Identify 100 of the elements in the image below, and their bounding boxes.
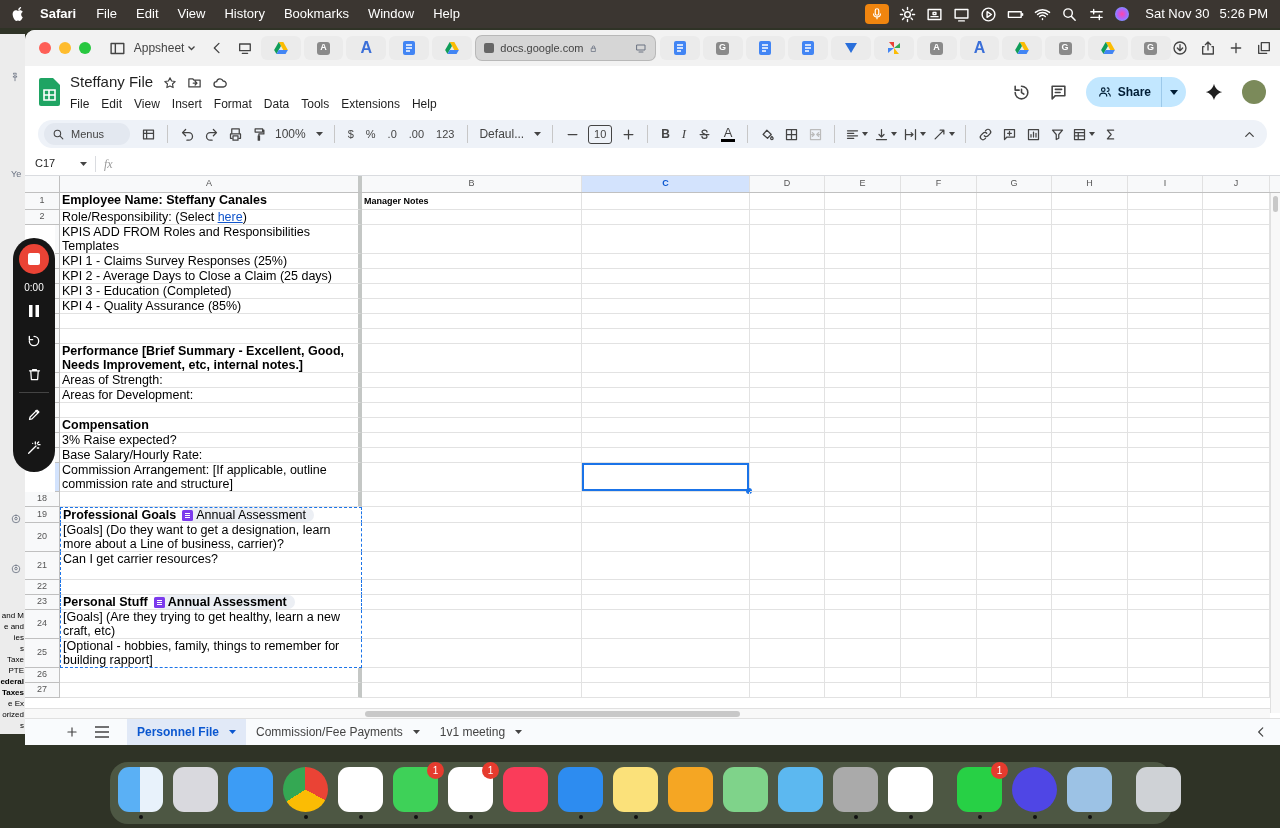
italic-button[interactable]: I bbox=[681, 124, 687, 144]
browser-tab[interactable] bbox=[788, 36, 829, 60]
browser-tab[interactable] bbox=[1087, 36, 1128, 60]
browser-tab[interactable] bbox=[659, 36, 700, 60]
row-header[interactable] bbox=[55, 269, 60, 284]
share-button[interactable]: Share bbox=[1085, 77, 1186, 107]
close-tab-icon[interactable] bbox=[484, 43, 495, 53]
tab-overview-icon[interactable] bbox=[237, 40, 254, 56]
link-icon[interactable] bbox=[977, 126, 993, 142]
browser-tab[interactable]: A bbox=[959, 36, 1000, 60]
browser-tab[interactable]: docs.google.com bbox=[476, 36, 656, 60]
column-header[interactable]: D bbox=[750, 176, 825, 192]
print-icon[interactable] bbox=[227, 126, 243, 142]
row-header[interactable]: 25 bbox=[25, 639, 60, 668]
avatar[interactable] bbox=[1242, 80, 1266, 104]
table-cell[interactable]: Employee Name: Steffany Canales bbox=[60, 193, 362, 210]
table-cell[interactable]: Commission Arrangement: [If applicable, outline commission rate and structure] bbox=[60, 463, 362, 492]
row-header[interactable]: 20 bbox=[25, 523, 60, 552]
magic-wand-icon[interactable] bbox=[26, 440, 42, 456]
row-header[interactable] bbox=[55, 284, 60, 299]
column-header[interactable]: H bbox=[1052, 176, 1128, 192]
table-cell[interactable]: [Optional - hobbies, family, things to remember for building rapport] bbox=[60, 639, 362, 668]
row-header[interactable]: 21 bbox=[25, 552, 60, 580]
menu-item[interactable]: Bookmarks bbox=[283, 4, 349, 24]
number-format-button[interactable]: .0 bbox=[387, 125, 397, 143]
download-icon[interactable] bbox=[1172, 40, 1188, 56]
column-header[interactable]: F bbox=[901, 176, 977, 192]
table-cell[interactable] bbox=[60, 329, 362, 344]
row-header[interactable] bbox=[55, 329, 60, 344]
browser-tab[interactable] bbox=[873, 36, 914, 60]
align-bottom-menu[interactable] bbox=[874, 126, 898, 142]
restart-icon[interactable] bbox=[26, 333, 42, 349]
menu-item[interactable]: Help bbox=[433, 4, 460, 24]
number-format-button[interactable]: .00 bbox=[408, 125, 425, 143]
menu-bar-time[interactable]: 5:26 PM bbox=[1219, 4, 1268, 24]
table-cell[interactable]: Can I get carrier resources? bbox=[60, 552, 362, 580]
browser-tab[interactable] bbox=[831, 36, 871, 60]
table-cell[interactable]: Manager Notes bbox=[362, 193, 582, 210]
browser-tab[interactable] bbox=[431, 36, 472, 60]
browser-tab[interactable] bbox=[260, 36, 301, 60]
reader-icon[interactable] bbox=[635, 42, 648, 54]
tab-overview-icon[interactable] bbox=[1256, 40, 1272, 56]
row-header[interactable] bbox=[55, 254, 60, 269]
table-cell[interactable] bbox=[60, 668, 362, 683]
diagonal-arrow-menu[interactable] bbox=[932, 126, 956, 142]
row-header[interactable]: 18 bbox=[25, 492, 60, 507]
row-header[interactable]: 27 bbox=[25, 683, 60, 698]
table-cell[interactable]: Performance [Brief Summary - Excellent, Good, Needs Improvement, etc, internal notes.] bbox=[60, 344, 362, 373]
table-cell[interactable] bbox=[60, 683, 362, 698]
browser-tab[interactable]: A bbox=[346, 36, 387, 60]
vertical-scrollbar[interactable] bbox=[1270, 193, 1280, 713]
filter-icon[interactable] bbox=[1049, 126, 1065, 142]
menu-bar-date[interactable]: Sat Nov 30 bbox=[1145, 4, 1210, 24]
horizontal-scrollbar[interactable] bbox=[25, 708, 1270, 718]
font-dropdown[interactable]: Defaul... bbox=[475, 125, 546, 143]
selected-cell[interactable] bbox=[582, 463, 750, 492]
file-chip[interactable]: Annual Assessment bbox=[153, 595, 295, 609]
zoom-dropdown[interactable]: 100% bbox=[271, 125, 327, 143]
table-cell[interactable]: [Goals] (Are they trying to get healthy, learn a new craft, etc) bbox=[60, 610, 362, 639]
redo-icon[interactable] bbox=[203, 126, 219, 142]
text-color-button[interactable]: A bbox=[721, 126, 736, 142]
row-header[interactable]: 22 bbox=[25, 580, 60, 595]
column-header[interactable]: G bbox=[977, 176, 1052, 192]
table-cell[interactable]: [Goals] (Do they want to get a designation, learn more about a Line of business, carrier)? bbox=[60, 523, 362, 552]
fill-handle[interactable] bbox=[746, 488, 752, 494]
add-comment-icon[interactable] bbox=[1001, 126, 1017, 142]
sheet-tab[interactable]: Personnel File bbox=[127, 719, 247, 745]
comments-icon[interactable] bbox=[1048, 82, 1068, 102]
menu-item[interactable]: Format bbox=[213, 94, 252, 113]
row-header[interactable] bbox=[55, 299, 60, 314]
sheet-tab[interactable]: Commission/Fee Payments bbox=[246, 719, 430, 745]
row-header[interactable] bbox=[55, 314, 60, 329]
menu-item[interactable]: Insert bbox=[171, 94, 202, 113]
table-cell[interactable]: KPI 4 - Quality Assurance (85%) bbox=[60, 299, 362, 314]
browser-tab[interactable] bbox=[389, 36, 429, 60]
row-header[interactable] bbox=[55, 433, 60, 448]
document-title[interactable]: Steffany File bbox=[70, 71, 154, 94]
gear-icon[interactable] bbox=[899, 5, 917, 23]
spreadsheet-logo-icon[interactable] bbox=[39, 78, 60, 106]
history-icon[interactable] bbox=[1011, 82, 1031, 102]
row-header[interactable]: 24 bbox=[25, 610, 60, 639]
table-cell[interactable]: Base Salary/Hourly Rate: bbox=[60, 448, 362, 463]
table-cell[interactable] bbox=[60, 314, 362, 329]
menu-item[interactable]: View bbox=[134, 94, 160, 113]
menu-item[interactable]: Window bbox=[367, 4, 415, 24]
browser-tab[interactable] bbox=[1002, 36, 1043, 60]
row-header[interactable] bbox=[55, 373, 60, 388]
row-header[interactable]: 23 bbox=[25, 595, 60, 610]
stop-button[interactable] bbox=[19, 244, 49, 274]
paint-roller-icon[interactable] bbox=[251, 126, 267, 142]
microphone-icon[interactable] bbox=[865, 4, 890, 24]
table-cell[interactable]: Personal Stuff Annual Assessment bbox=[60, 595, 362, 610]
row-header[interactable] bbox=[55, 225, 60, 254]
menu-item[interactable]: Help bbox=[411, 94, 437, 113]
column-header[interactable]: J bbox=[1203, 176, 1270, 192]
row-header[interactable]: 26 bbox=[25, 668, 60, 683]
table-cell[interactable]: Areas of Strength: bbox=[60, 373, 362, 388]
plus-icon[interactable] bbox=[620, 126, 636, 142]
pause-icon[interactable] bbox=[28, 305, 40, 317]
pencil-icon[interactable] bbox=[26, 407, 42, 422]
